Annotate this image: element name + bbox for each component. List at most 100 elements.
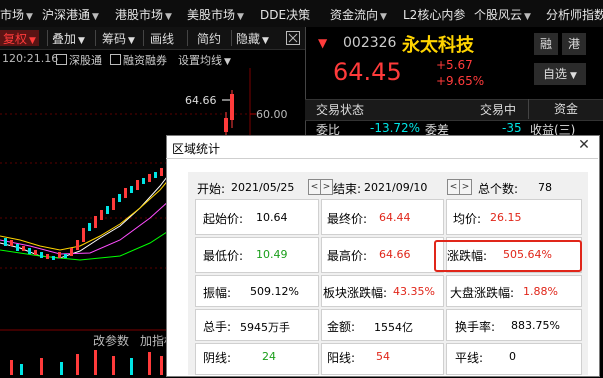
margin-label: 融资融券 [123, 54, 167, 67]
margin-tag-button[interactable]: 融 [534, 33, 558, 55]
stock-price: 64.45 [333, 58, 402, 86]
chevron-down-icon: ▼ [237, 12, 244, 22]
amplitude-value: 509.12% [250, 285, 299, 298]
stock-name: 永太科技 [402, 35, 474, 56]
chevron-down-icon: ▼ [26, 12, 33, 22]
nav-item-analyst-index[interactable]: 分析师指数 [546, 6, 603, 23]
margin-link[interactable]: 融资融券 [110, 52, 167, 68]
nav-item-market[interactable]: 市场 ▼ [0, 6, 33, 23]
nav-item-stock-news[interactable]: 个股风云 ▼ [474, 6, 531, 23]
candle [28, 248, 31, 254]
total-count-value: 78 [538, 181, 552, 194]
nav-item-fund-flow[interactable]: 资金流向 ▼ [330, 6, 387, 23]
candle [142, 178, 145, 184]
nav-label: 市场 [0, 8, 25, 22]
shengutong-link[interactable]: 深股通 [56, 52, 102, 68]
up-days-value: 54 [376, 350, 390, 363]
volume-bar [76, 354, 79, 375]
end-date: 2021/09/10 [364, 181, 428, 194]
candle [230, 94, 234, 120]
candle [160, 168, 163, 176]
volume-bar [148, 352, 151, 375]
chevron-down-icon: ▼ [262, 36, 269, 46]
end-price-value: 64.44 [379, 211, 411, 224]
candle [82, 228, 85, 242]
avg-price-label: 均价: [453, 212, 482, 226]
nav-item-hk-market[interactable]: 港股市场 ▼ [115, 6, 172, 23]
chips-button[interactable]: 筹码 ▼ [102, 30, 135, 46]
draw-line-button[interactable]: 画线 [150, 30, 174, 46]
total-volume-value: 5945万手 [240, 321, 290, 334]
edit-params-link[interactable]: 改参数 [93, 332, 129, 349]
caret-down-icon[interactable]: ▼ [318, 36, 327, 50]
capital-tab[interactable]: 资金 [528, 99, 603, 119]
candle [118, 194, 121, 202]
candle [16, 244, 19, 251]
candle [94, 216, 97, 228]
chart-toolbar: 复权 ▼ 叠加 ▼ 筹码 ▼ 画线 简约 隐藏 ▼ [0, 27, 305, 50]
candle [76, 240, 79, 250]
nav-label: 美股市场 [187, 8, 236, 22]
ma-readout: 120:21.16 [2, 52, 59, 65]
divider [95, 30, 96, 46]
shengutong-label: 深股通 [69, 54, 102, 67]
fuquan-button[interactable]: 复权 ▼ [0, 30, 39, 46]
candle [106, 206, 109, 214]
nav-item-hk-connect[interactable]: 沪深港通 ▼ [42, 6, 99, 23]
overlay-button[interactable]: 叠加 ▼ [52, 30, 85, 46]
trade-status-label: 交易状态 [316, 103, 365, 117]
nav-item-us-market[interactable]: 美股市场 ▼ [187, 6, 244, 23]
hide-button[interactable]: 隐藏 ▼ [236, 30, 269, 46]
checkbox-icon [110, 54, 121, 65]
end-next-button[interactable]: > [459, 179, 472, 195]
chevron-down-icon: ▼ [128, 36, 135, 46]
amplitude-label: 振幅: [203, 286, 232, 300]
candle [130, 186, 133, 193]
candle [148, 174, 151, 182]
watchlist-button[interactable]: 自选 ▼ [534, 63, 586, 85]
amount-label: 金额: [327, 320, 356, 334]
amount-value: 1554亿 [374, 321, 413, 334]
index-change-label: 大盘涨跌幅: [450, 286, 515, 300]
start-price-label: 起始价: [203, 212, 244, 226]
chevron-down-icon: ▼ [78, 36, 85, 46]
total-count-label: 总个数: [478, 182, 519, 196]
chevron-down-icon: ▼ [380, 12, 387, 22]
close-icon[interactable]: ✕ [576, 137, 592, 153]
ma-settings-link[interactable]: 设置均线 ▼ [178, 52, 231, 68]
chevron-down-icon: ▼ [570, 71, 577, 81]
candle [64, 254, 67, 258]
trade-status-value: 交易中 [480, 103, 517, 117]
total-volume-label: 总手: [203, 320, 232, 334]
sector-change-value: 43.35% [393, 285, 435, 298]
simple-label: 简约 [197, 32, 222, 46]
nav-label: 港股市场 [115, 8, 164, 22]
expand-icon[interactable] [286, 31, 300, 47]
sector-change-label: 板块涨跌幅: [323, 286, 388, 300]
avg-price-value: 26.15 [490, 211, 522, 224]
start-date: 2021/05/25 [231, 181, 295, 194]
start-next-button[interactable]: > [320, 179, 333, 195]
volume-bar [10, 360, 13, 375]
volume-bar [20, 364, 23, 375]
candles [4, 168, 163, 260]
candle [58, 252, 61, 258]
index-change-value: 1.88% [523, 285, 558, 298]
dialog-title: 区域统计 [172, 142, 221, 156]
divider [143, 30, 144, 46]
candle [136, 180, 139, 190]
nav-label: 分析师指数 [546, 8, 603, 22]
nav-item-l2[interactable]: L2核心内参 [403, 6, 465, 23]
simple-button[interactable]: 简约 [197, 30, 221, 46]
fuquan-label: 复权 [3, 32, 28, 46]
nav-item-dde[interactable]: DDE决策 [260, 6, 310, 23]
volume-bar [160, 356, 163, 375]
hk-connect-tag-button[interactable]: 港 [562, 33, 586, 55]
volume-bar [130, 358, 133, 375]
chevron-down-icon: ▼ [92, 12, 99, 22]
volume-bar [40, 358, 43, 375]
turnover-value: 883.75% [511, 319, 560, 332]
candle [70, 248, 73, 256]
chips-label: 筹码 [102, 32, 127, 46]
candle [154, 172, 157, 178]
